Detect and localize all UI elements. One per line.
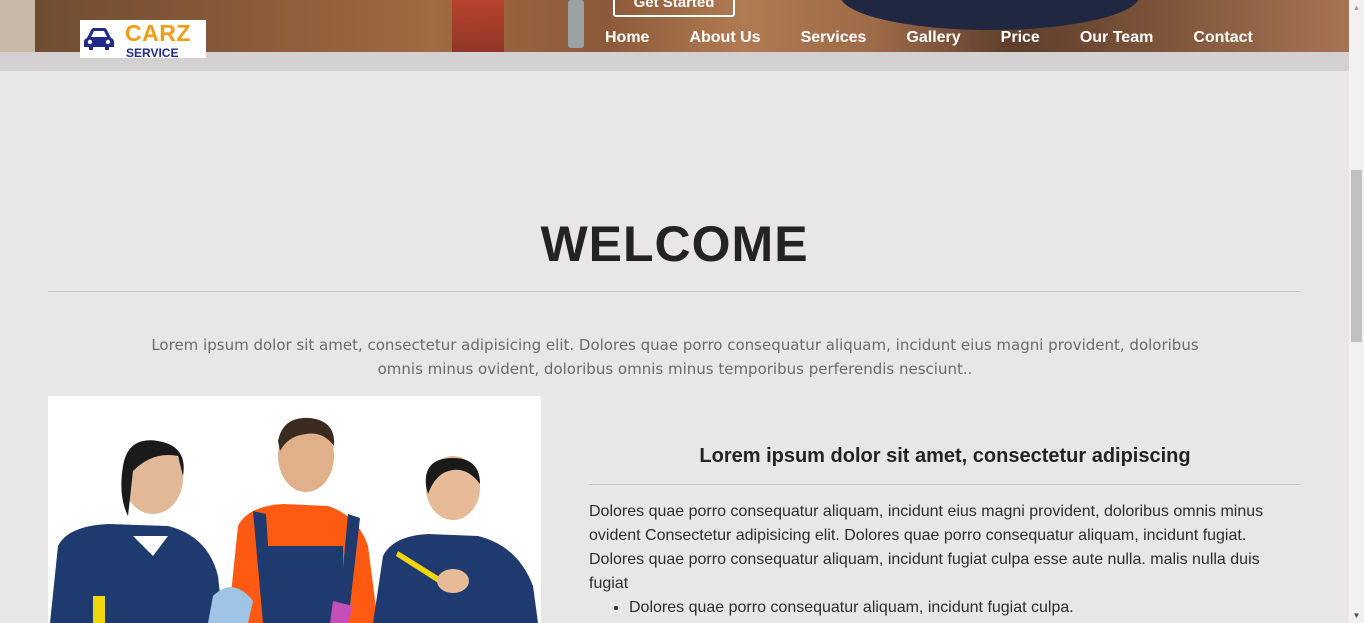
page-scrollbar[interactable]: ▲ ▼ bbox=[1349, 0, 1364, 623]
hero-machine-red bbox=[452, 0, 504, 52]
hero-tool bbox=[568, 0, 584, 48]
nav-item-contact[interactable]: Contact bbox=[1193, 29, 1253, 47]
nav-item-services[interactable]: Services bbox=[801, 29, 867, 47]
welcome-title: WELCOME bbox=[540, 216, 809, 272]
nav-item-about-us[interactable]: About Us bbox=[689, 29, 760, 47]
welcome-divider bbox=[48, 291, 1301, 292]
nav-item-home[interactable]: Home bbox=[605, 29, 649, 47]
get-started-button[interactable]: Get Started bbox=[613, 0, 735, 17]
team-photo bbox=[48, 396, 541, 623]
nav-item-gallery[interactable]: Gallery bbox=[906, 29, 960, 47]
welcome-intro: Lorem ipsum dolor sit amet, consectetur … bbox=[151, 336, 1199, 378]
nav-item-price[interactable]: Price bbox=[1001, 29, 1040, 47]
scroll-down-arrow-icon[interactable]: ▼ bbox=[1349, 608, 1364, 623]
about-heading: Lorem ipsum dolor sit amet, consectetur … bbox=[699, 445, 1191, 467]
about-paragraph: Dolores quae porro consequatur aliquam, … bbox=[589, 503, 1264, 592]
car-icon bbox=[84, 28, 114, 50]
hero-wheel bbox=[840, 0, 1140, 30]
scroll-up-arrow-icon[interactable]: ▲ bbox=[1349, 0, 1364, 15]
site-logo[interactable]: CARZ SERVICE bbox=[80, 20, 206, 60]
hero-machine bbox=[0, 0, 35, 52]
logo-subtitle: SERVICE bbox=[126, 46, 179, 60]
logo-brand: CARZ bbox=[125, 20, 191, 46]
about-bullet-list: Dolores quae porro consequatur aliquam, … bbox=[629, 596, 1289, 620]
about-divider bbox=[589, 484, 1301, 485]
scrollbar-thumb[interactable] bbox=[1351, 170, 1362, 342]
list-item: Dolores quae porro consequatur aliquam, … bbox=[629, 596, 1289, 620]
nav-item-our-team[interactable]: Our Team bbox=[1080, 29, 1154, 47]
team-illustration bbox=[50, 417, 538, 623]
main-nav: Home About Us Services Gallery Price Our… bbox=[605, 29, 1253, 47]
